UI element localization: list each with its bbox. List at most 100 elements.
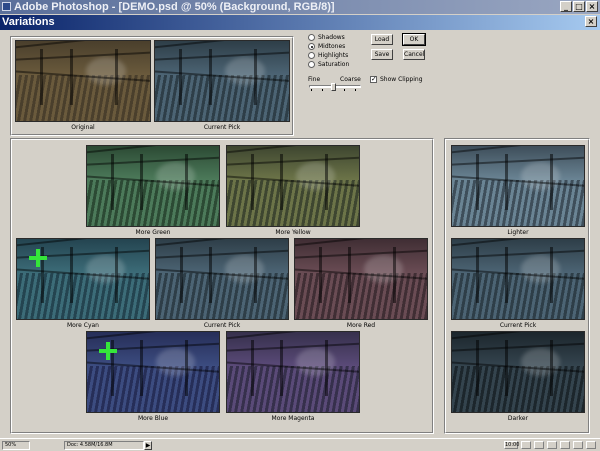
thumbnail-pillar [549,154,553,210]
thumbnail-pillar [69,49,73,105]
photoshop-icon [2,2,11,11]
tray-icon[interactable] [521,441,531,449]
current-pick-label: Current Pick [203,124,241,131]
radio-button[interactable] [308,34,315,41]
tray-icon[interactable] [547,441,557,449]
brightness-current-pick-thumbnail[interactable] [451,238,585,320]
thumbnail-floor [227,179,359,226]
thumbnail-pillar [392,247,396,303]
thumbnail-pillar [324,340,328,396]
thumbnail-floor [452,179,584,226]
selection-plus-icon [98,341,117,360]
thumbnail-floor [227,365,359,412]
dialog-title: Variations [2,16,55,28]
doc-size-field: Doc: 4.58M/16.8M [64,441,144,450]
more-blue-thumbnail[interactable] [86,331,220,413]
thumbnail-light [224,57,265,85]
tray-icon[interactable] [534,441,544,449]
status-menu-arrow-icon[interactable]: ▶ [144,441,152,450]
center-current-pick-thumbnail[interactable] [155,238,289,320]
tray-icon[interactable] [586,441,596,449]
slider-handle[interactable] [331,83,336,91]
thumbnail-pillar [139,340,143,396]
original-thumbnail[interactable] [15,40,151,122]
slider-tick [322,89,323,91]
close-dialog-button[interactable]: × [585,16,597,27]
thumbnail-pillar [114,247,118,303]
more-green-thumbnail[interactable] [86,145,220,227]
thumbnail-floor [16,74,150,121]
thumbnail-floor [155,74,289,121]
thumbnail-pillar [253,247,257,303]
system-tray: 10:00 [504,441,596,449]
thumbnail-pillar [475,154,479,210]
radio-button[interactable] [308,52,315,59]
radio-button[interactable] [308,43,315,50]
close-window-button[interactable]: × [586,1,598,12]
show-clipping-option[interactable]: ✓ Show Clipping [370,76,423,83]
thumbnail-light [295,162,336,190]
thumbnail-pillar [139,154,143,210]
show-clipping-label: Show Clipping [380,76,423,83]
thumbnail-pillar [254,49,258,105]
thumbnail-floor [87,179,219,226]
thumbnail-floor [452,272,584,319]
more-red-thumbnail[interactable] [294,238,428,320]
dialog-title-bar: Variations × [0,15,600,30]
thumbnail-pillar [110,154,114,210]
thumbnail-pillar [69,247,73,303]
thumbnail-pillar [208,247,212,303]
cancel-button[interactable]: Cancel [403,49,425,60]
radio-button[interactable] [308,61,315,68]
coarse-label: Coarse [340,76,361,83]
more-green-label: More Green [135,229,171,236]
more-magenta-label: More Magenta [271,415,315,422]
tone-option-highlights[interactable]: Highlights [308,52,348,59]
load-button[interactable]: Load [371,34,393,45]
ok-button[interactable]: OK [402,33,426,46]
thumbnail-floor [452,365,584,412]
more-yellow-thumbnail[interactable] [226,145,360,227]
thumbnail-pillar [184,154,188,210]
lighter-thumbnail[interactable] [451,145,585,227]
thumbnail-pillar [347,247,351,303]
maximize-button[interactable]: □ [573,1,585,12]
thumbnail-floor [295,272,427,319]
slider-tick [355,89,356,91]
app-title-bar: Adobe Photoshop - [DEMO.psd @ 50% (Backg… [0,0,600,14]
save-button[interactable]: Save [371,49,393,60]
thumbnail-pillar [549,247,553,303]
tone-option-saturation[interactable]: Saturation [308,61,349,68]
thumbnail-pillar [475,247,479,303]
thumbnail-pillar [504,247,508,303]
thumbnail-pillar [40,49,44,105]
thumbnail-pillar [318,247,322,303]
thumbnail-pillar [324,154,328,210]
thumbnail-light [295,348,336,376]
thumbnail-pillar [279,154,283,210]
thumbnail-pillar [115,49,119,105]
center-current-pick-label: Current Pick [203,322,241,329]
zoom-field[interactable]: 50% [2,441,30,450]
tray-icon[interactable] [573,441,583,449]
thumbnail-light [520,348,561,376]
thumbnail-pillar [475,340,479,396]
tone-option-midtones[interactable]: Midtones [308,43,345,50]
more-cyan-thumbnail[interactable] [16,238,150,320]
tray-icon[interactable] [560,441,570,449]
thumbnail-pillar [184,340,188,396]
thumbnail-light [155,348,196,376]
tone-option-shadows[interactable]: Shadows [308,34,345,41]
thumbnail-pillar [250,154,254,210]
window-controls: _ □ × [560,1,598,12]
show-clipping-checkbox[interactable]: ✓ [370,76,377,83]
more-magenta-thumbnail[interactable] [226,331,360,413]
thumbnail-pillar [504,154,508,210]
app-title: Adobe Photoshop - [DEMO.psd @ 50% (Backg… [14,1,335,13]
darker-thumbnail[interactable] [451,331,585,413]
slider-tick [311,89,312,91]
thumbnail-light [155,162,196,190]
clock: 10:00 [504,441,520,449]
minimize-button[interactable]: _ [560,1,572,12]
current-pick-thumbnail [154,40,290,122]
